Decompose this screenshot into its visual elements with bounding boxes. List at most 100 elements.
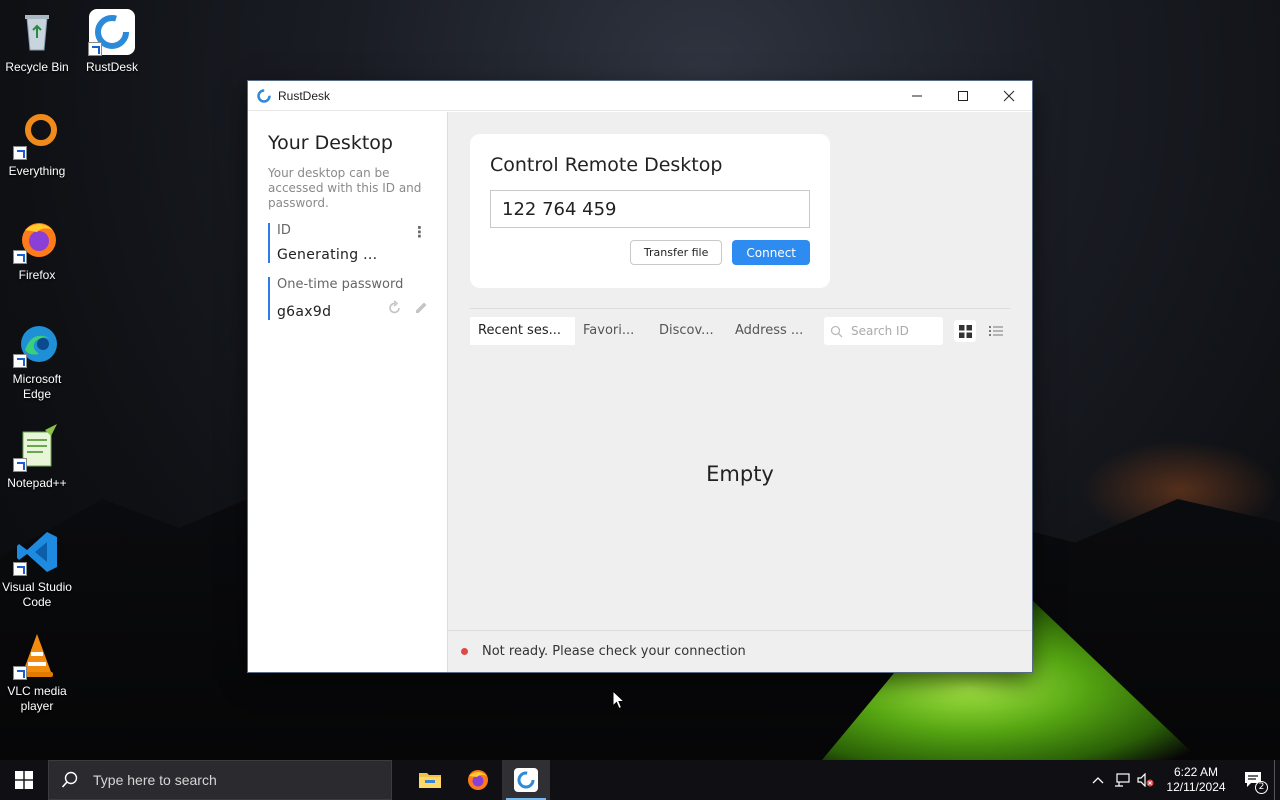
desktop-icon-recycle-bin[interactable]: Recycle Bin (0, 8, 74, 75)
desktop-icon-label: VLC media player (7, 684, 67, 713)
edit-password-icon[interactable] (413, 300, 429, 316)
search-icon (61, 771, 78, 788)
mouse-cursor-icon (612, 690, 626, 710)
edge-icon (13, 320, 61, 368)
shortcut-arrow-icon (13, 458, 27, 472)
close-icon (1003, 90, 1015, 101)
desktop-icon-everything[interactable]: Everything (0, 112, 74, 179)
minimize-icon (912, 95, 922, 96)
section-divider (470, 308, 1010, 309)
rustdesk-icon (88, 8, 136, 56)
minimize-button[interactable] (894, 81, 940, 110)
shortcut-arrow-icon (13, 666, 27, 680)
taskbar-firefox[interactable] (454, 760, 502, 800)
windows-logo-icon (15, 771, 33, 789)
shortcut-arrow-icon (13, 354, 27, 368)
rustdesk-icon (514, 768, 538, 792)
desktop-icon-label: Visual Studio Code (2, 580, 72, 609)
action-center-button[interactable]: 2 (1234, 760, 1274, 800)
tab-recent-sessions[interactable]: Recent ses... (470, 317, 575, 345)
main-panel: Control Remote Desktop 122 764 459 Trans… (448, 112, 1032, 672)
desktop-icon-edge[interactable]: Microsoft Edge (0, 320, 74, 402)
taskbar-search-placeholder: Type here to search (93, 772, 217, 788)
remote-id-input[interactable]: 122 764 459 (490, 190, 810, 228)
desktop-icon-firefox[interactable]: Firefox (0, 216, 74, 283)
clock-time: 6:22 AM (1173, 765, 1219, 779)
connect-button[interactable]: Connect (732, 240, 810, 265)
grid-view-button[interactable] (954, 320, 976, 342)
system-tray: 6:22 AM 12/11/2024 2 (1086, 760, 1280, 800)
tab-discovered[interactable]: Discov... (651, 317, 727, 345)
password-field: One-time password g6ax9d (268, 277, 447, 320)
grid-view-icon (958, 324, 972, 338)
desktop-icon-label: Everything (8, 164, 66, 178)
desktop-icon-label: Recycle Bin (5, 60, 69, 74)
shortcut-arrow-icon (13, 146, 27, 160)
control-remote-heading: Control Remote Desktop (490, 154, 723, 176)
tab-address-book[interactable]: Address ... (727, 317, 803, 345)
status-text: Not ready. Please check your connection (482, 644, 746, 659)
desktop-icon-notepad-plus-plus[interactable]: Notepad++ (0, 424, 74, 491)
taskbar-search-box[interactable]: Type here to search (48, 760, 392, 800)
shortcut-arrow-icon (13, 250, 27, 264)
volume-button[interactable] (1134, 760, 1158, 800)
id-more-menu-button[interactable]: ⋮ (412, 223, 427, 241)
network-icon (1115, 773, 1130, 787)
list-view-icon (989, 326, 1003, 336)
taskbar-file-explorer[interactable] (406, 760, 454, 800)
shortcut-arrow-icon (88, 42, 102, 56)
your-desktop-description: Your desktop can be accessed with this I… (268, 166, 422, 210)
refresh-password-icon[interactable] (387, 300, 403, 316)
search-icon (830, 325, 843, 337)
desktop-icon-vscode[interactable]: Visual Studio Code (0, 528, 74, 610)
vlc-icon (13, 632, 61, 680)
rustdesk-logo-icon (257, 88, 271, 103)
maximize-icon (958, 90, 968, 101)
your-desktop-heading: Your Desktop (268, 132, 393, 154)
id-field: ID Generating ... ⋮ (268, 223, 447, 263)
file-explorer-icon (419, 773, 441, 788)
id-value[interactable]: Generating ... (277, 247, 447, 263)
shortcut-arrow-icon (13, 562, 27, 576)
transfer-file-button[interactable]: Transfer file (629, 240, 723, 265)
notepad-plus-plus-icon (13, 424, 61, 472)
taskbar: Type here to search 6:22 AM 12/11/2024 2 (0, 760, 1280, 800)
taskbar-clock[interactable]: 6:22 AM 12/11/2024 (1158, 765, 1234, 795)
rustdesk-window: RustDesk Your Desktop Your desktop can b… (248, 81, 1032, 672)
chevron-up-icon (1092, 777, 1104, 784)
firefox-icon (13, 216, 61, 264)
close-button[interactable] (986, 81, 1032, 110)
desktop-icon-vlc[interactable]: VLC media player (0, 632, 74, 714)
desktop-icon-label: Firefox (18, 268, 56, 282)
firefox-icon (468, 770, 488, 790)
clock-date: 12/11/2024 (1166, 780, 1226, 794)
control-remote-card: Control Remote Desktop 122 764 459 Trans… (470, 134, 830, 288)
desktop-icon-rustdesk[interactable]: RustDesk (75, 8, 149, 75)
show-hidden-icons-button[interactable] (1086, 760, 1110, 800)
taskbar-rustdesk[interactable] (502, 760, 550, 800)
desktop-icon-label: RustDesk (85, 60, 138, 74)
window-title: RustDesk (278, 88, 331, 103)
start-button[interactable] (0, 760, 48, 800)
status-bar: Not ready. Please check your connection (448, 630, 1032, 672)
everything-icon (13, 112, 61, 160)
search-placeholder: Search ID (851, 324, 909, 338)
title-bar[interactable]: RustDesk (248, 81, 1032, 111)
notification-count-badge: 2 (1255, 781, 1268, 794)
desktop-icon-label: Microsoft Edge (12, 372, 62, 401)
peer-tabs: Recent ses... Favori... Discov... Addres… (470, 317, 803, 345)
list-view-button[interactable] (985, 320, 1007, 342)
your-desktop-panel: Your Desktop Your desktop can be accesse… (248, 112, 448, 672)
search-id-input[interactable]: Search ID (824, 317, 943, 345)
empty-state-text: Empty (706, 462, 774, 486)
tab-favorites[interactable]: Favori... (575, 317, 651, 345)
desktop-icon-label: Notepad++ (7, 476, 67, 490)
volume-muted-icon (1137, 773, 1154, 787)
status-dot-icon (461, 648, 468, 655)
show-desktop-button[interactable] (1274, 760, 1280, 800)
password-label: One-time password (277, 277, 404, 292)
maximize-button[interactable] (940, 81, 986, 110)
recycle-bin-icon (13, 8, 61, 56)
vscode-icon (13, 528, 61, 576)
network-button[interactable] (1110, 760, 1134, 800)
